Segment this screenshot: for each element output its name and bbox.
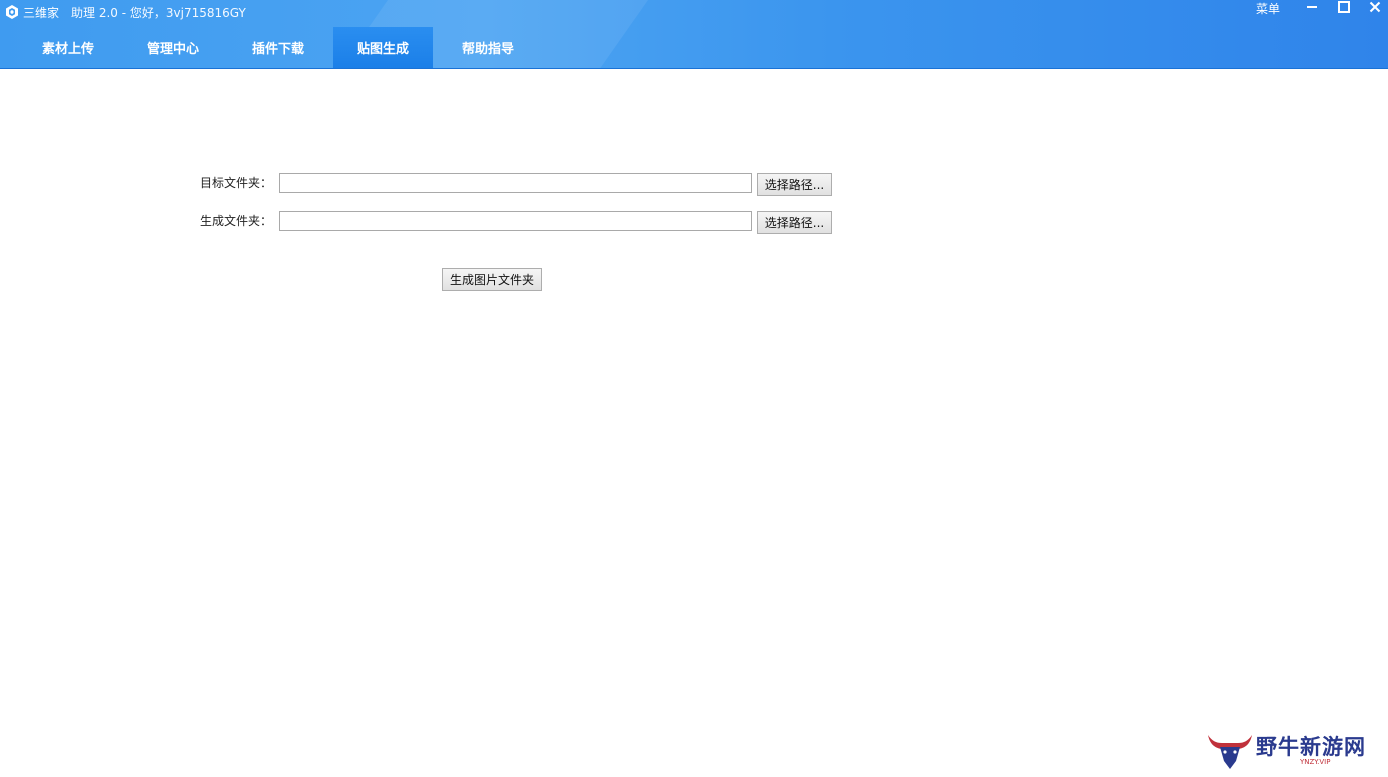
output-folder-label: 生成文件夹：: [200, 214, 273, 228]
target-folder-input[interactable]: [279, 172, 752, 193]
target-browse-button[interactable]: 选择路径...: [757, 173, 832, 196]
window-title: 助理 2.0 - 您好，3vj715816GY: [71, 5, 246, 20]
watermark-text: 野牛新游网: [1256, 735, 1366, 759]
watermark-logo: 野牛新游网 YNZY.VIP: [1204, 731, 1374, 771]
output-folder-row: 生成文件夹： 选择路径...: [200, 207, 832, 234]
tab-plugin-download[interactable]: 插件下载: [228, 27, 328, 68]
close-button[interactable]: [1364, 0, 1386, 14]
maximize-button[interactable]: [1333, 0, 1355, 14]
tab-texture-generation[interactable]: 贴图生成: [333, 27, 433, 68]
watermark-subtext: YNZY.VIP: [1300, 758, 1331, 766]
target-folder-label: 目标文件夹：: [200, 176, 273, 190]
bull-logo-icon: [1208, 735, 1252, 769]
maximize-icon: [1338, 1, 1350, 13]
menu-button[interactable]: 菜单: [1256, 0, 1280, 17]
target-folder-row: 目标文件夹： 选择路径...: [200, 169, 832, 196]
minimize-button[interactable]: [1301, 0, 1323, 14]
app-logo-icon: [6, 5, 18, 19]
app-header: 三维家 助理 2.0 - 您好，3vj715816GY: [5, 3, 246, 21]
main-tabs: 素材上传 管理中心 插件下载 贴图生成 帮助指导: [18, 27, 543, 69]
minimize-icon: [1307, 6, 1317, 8]
title-bar: 三维家 助理 2.0 - 您好，3vj715816GY 菜单 素材上传 管理中心…: [0, 0, 1388, 69]
output-browse-button[interactable]: 选择路径...: [757, 211, 832, 234]
tab-management-center[interactable]: 管理中心: [123, 27, 223, 68]
generate-folder-button[interactable]: 生成图片文件夹: [442, 268, 542, 291]
tab-material-upload[interactable]: 素材上传: [18, 27, 118, 68]
close-icon: [1369, 1, 1381, 13]
app-window: 三维家 助理 2.0 - 您好，3vj715816GY 菜单 素材上传 管理中心…: [0, 0, 1388, 777]
app-brand: 三维家: [23, 5, 60, 20]
output-folder-input[interactable]: [279, 210, 752, 231]
tab-help-guide[interactable]: 帮助指导: [438, 27, 538, 68]
